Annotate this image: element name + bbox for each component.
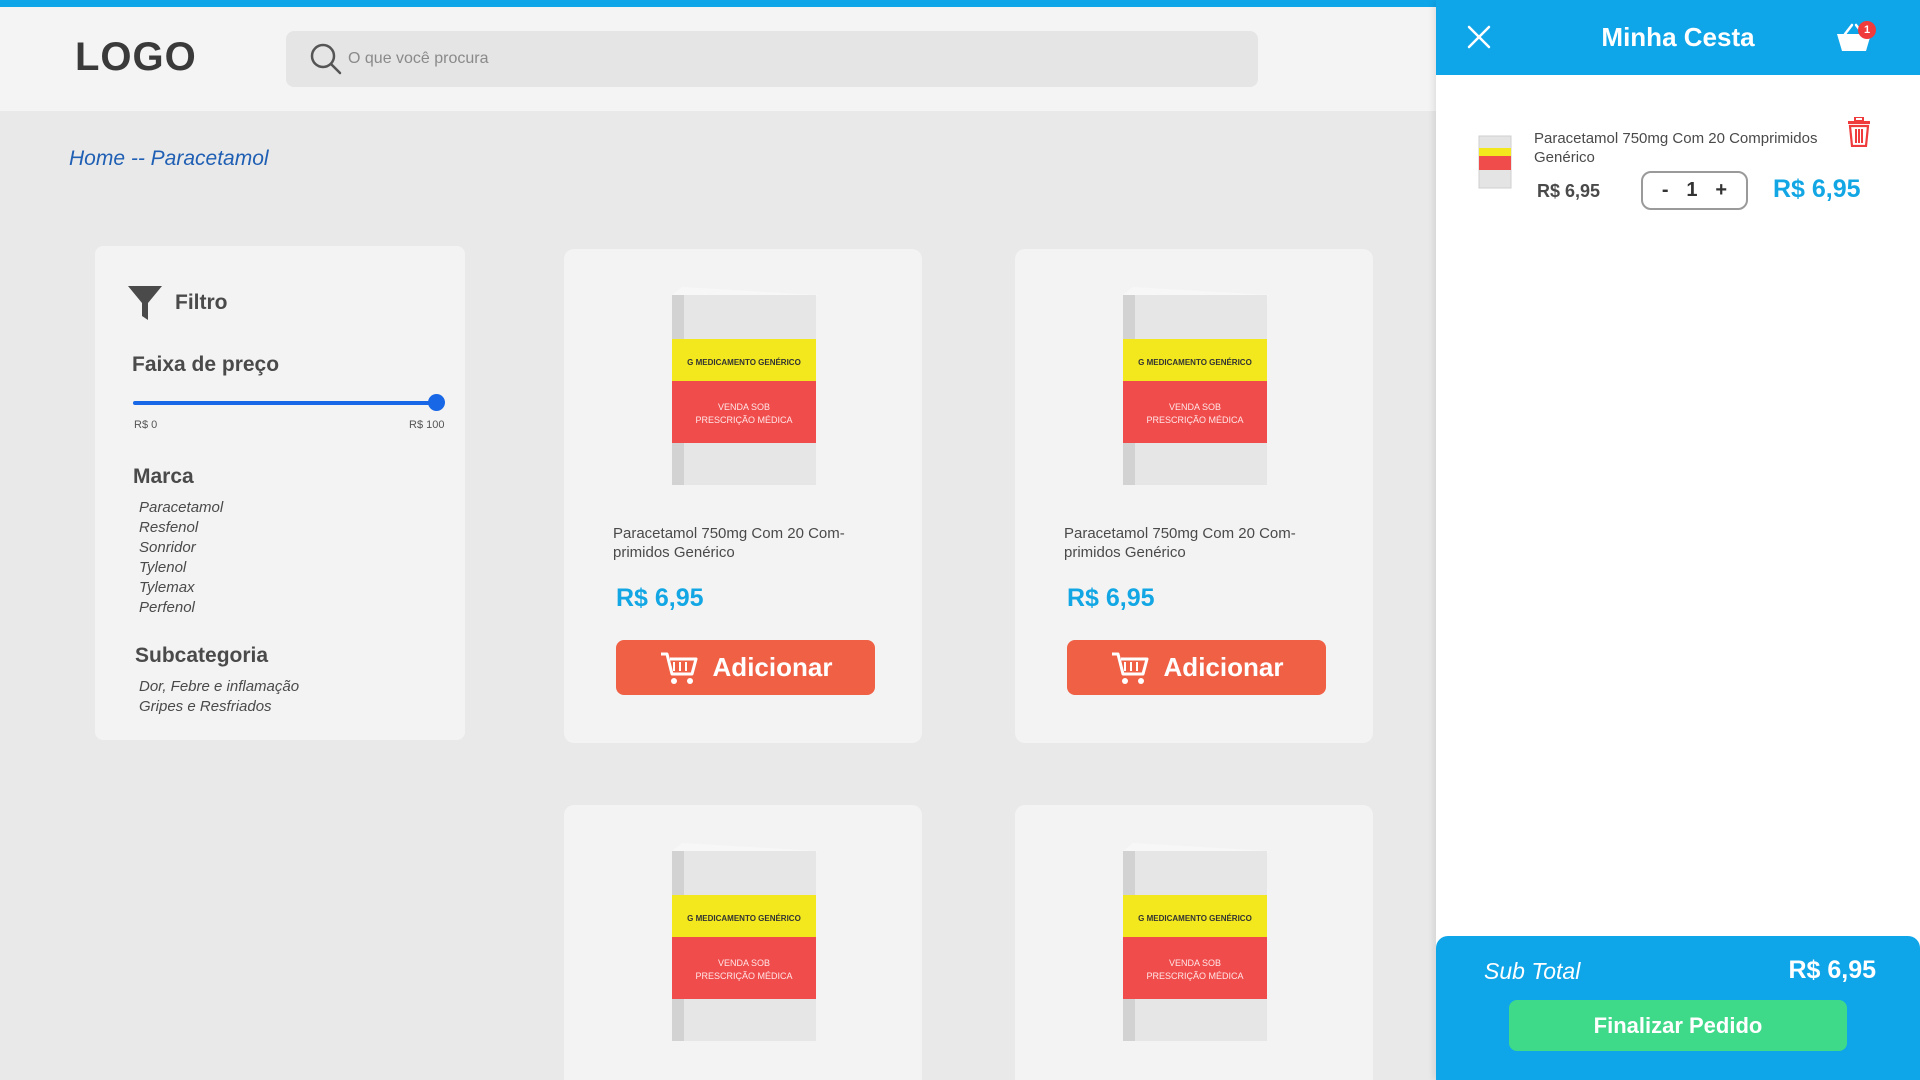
product-name[interactable]: Paracetamol 750mg Com 20 Com-primidos Ge… [613, 524, 873, 562]
subcategory-list: Dor, Febre e inflamação Gripes e Resfria… [139, 677, 299, 717]
subcategory-title: Subcategoria [135, 644, 269, 667]
add-button-label: Adicionar [712, 652, 833, 682]
price-max-label: R$ 100 [409, 419, 445, 431]
svg-text:G MEDICAMENTO GENÉRICO: G MEDICAMENTO GENÉRICO [687, 358, 801, 367]
svg-text:VENDA SOB: VENDA SOB [718, 958, 770, 968]
cart-item-name[interactable]: Paracetamol 750mg Com 20 Comprimidos Gen… [1534, 129, 1844, 167]
brand-option[interactable]: Paracetamol [139, 498, 223, 518]
filter-header: Filtro [127, 284, 228, 322]
add-to-cart-button[interactable]: Adicionar [1067, 640, 1326, 695]
svg-text:VENDA SOB: VENDA SOB [1169, 958, 1221, 968]
product-price: R$ 6,95 [616, 584, 704, 612]
increase-quantity-button[interactable]: + [1715, 179, 1727, 202]
cart-item-total: R$ 6,95 [1773, 175, 1861, 203]
product-card[interactable]: G MEDICAMENTO GENÉRICO VENDA SOB PRESCRIÇÃ… [564, 805, 922, 1080]
search-icon[interactable] [308, 41, 344, 77]
quantity-stepper: - 1 + [1641, 171, 1748, 210]
product-name[interactable]: Paracetamol 750mg Com 20 Com-primidos Ge… [1064, 524, 1324, 562]
breadcrumb[interactable]: Home -- Paracetamol [69, 147, 269, 171]
price-range-title: Faixa de preço [132, 353, 280, 376]
add-button-label: Adicionar [1163, 652, 1284, 682]
search-bar[interactable] [286, 31, 1258, 87]
svg-text:PRESCRIÇÃO MÉDICA: PRESCRIÇÃO MÉDICA [1146, 415, 1243, 425]
brand-option[interactable]: Tylemax [139, 578, 223, 598]
svg-text:VENDA SOB: VENDA SOB [1169, 402, 1221, 412]
add-to-cart-button[interactable]: Adicionar [616, 640, 875, 695]
cart-header: Minha Cesta 1 [1436, 0, 1920, 75]
cart-icon [1111, 652, 1149, 684]
cart-item-unit-price: R$ 6,95 [1537, 181, 1601, 201]
product-image[interactable]: G MEDICAMENTO GENÉRICO VENDA SOB PRESCRIÇÃ… [1121, 843, 1269, 1043]
product-image[interactable]: G MEDICAMENTO GENÉRICO VENDA SOB PRESCRIÇÃ… [670, 843, 818, 1043]
svg-text:PRESCRIÇÃO MÉDICA: PRESCRIÇÃO MÉDICA [1146, 971, 1243, 981]
cart-footer: Sub Total R$ 6,95 Finalizar Pedido [1436, 936, 1920, 1080]
subcategory-option[interactable]: Dor, Febre e inflamação [139, 677, 299, 697]
cart-count-badge: 1 [1858, 21, 1876, 39]
cart-item-image [1478, 135, 1512, 189]
subcategory-option[interactable]: Gripes e Resfriados [139, 697, 299, 717]
brand-title: Marca [133, 465, 194, 488]
price-slider-handle[interactable] [428, 394, 445, 411]
trash-icon[interactable] [1846, 117, 1872, 147]
checkout-button[interactable]: Finalizar Pedido [1509, 1000, 1847, 1051]
brand-option[interactable]: Resfenol [139, 518, 223, 538]
svg-text:G MEDICAMENTO GENÉRICO: G MEDICAMENTO GENÉRICO [1138, 358, 1252, 367]
subtotal-value: R$ 6,95 [1788, 956, 1876, 984]
site-header: LOGO [0, 7, 1436, 111]
product-image[interactable]: G MEDICAMENTO GENÉRICO VENDA SOB PRESCRIÇÃ… [1121, 287, 1269, 487]
svg-text:G MEDICAMENTO GENÉRICO: G MEDICAMENTO GENÉRICO [1138, 914, 1252, 923]
product-price: R$ 6,95 [1067, 584, 1155, 612]
brand-option[interactable]: Sonridor [139, 538, 223, 558]
svg-text:PRESCRIÇÃO MÉDICA: PRESCRIÇÃO MÉDICA [695, 971, 792, 981]
product-card[interactable]: G MEDICAMENTO GENÉRICO VENDA SOB PRESCRIÇÃ… [1015, 249, 1373, 743]
funnel-icon [128, 286, 162, 320]
product-card[interactable]: G MEDICAMENTO GENÉRICO VENDA SOB PRESCRIÇÃ… [1015, 805, 1373, 1080]
search-input[interactable] [348, 31, 1228, 87]
product-image[interactable]: G MEDICAMENTO GENÉRICO VENDA SOB PRESCRIÇÃ… [670, 287, 818, 487]
price-slider-track[interactable] [133, 394, 445, 411]
decrease-quantity-button[interactable]: - [1662, 179, 1669, 202]
svg-text:PRESCRIÇÃO MÉDICA: PRESCRIÇÃO MÉDICA [695, 415, 792, 425]
brand-option[interactable]: Tylenol [139, 558, 223, 578]
svg-text:G MEDICAMENTO GENÉRICO: G MEDICAMENTO GENÉRICO [687, 914, 801, 923]
brand-list: Paracetamol Resfenol Sonridor Tylenol Ty… [139, 498, 223, 618]
price-min-label: R$ 0 [134, 419, 158, 431]
filter-title: Filtro [175, 291, 228, 314]
svg-text:VENDA SOB: VENDA SOB [718, 402, 770, 412]
filter-panel: Filtro Faixa de preço R$ 0 R$ 100 Marca … [95, 246, 465, 740]
brand-option[interactable]: Perfenol [139, 598, 223, 618]
quantity-value: 1 [1686, 179, 1698, 201]
cart-drawer: Minha Cesta 1 Paracetamol 750mg Com 20 C… [1436, 0, 1920, 1080]
cart-icon [660, 652, 698, 684]
logo[interactable]: LOGO [75, 35, 197, 80]
subtotal-label: Sub Total [1484, 958, 1581, 984]
product-card[interactable]: G MEDICAMENTO GENÉRICO VENDA SOB PRESCRIÇÃ… [564, 249, 922, 743]
